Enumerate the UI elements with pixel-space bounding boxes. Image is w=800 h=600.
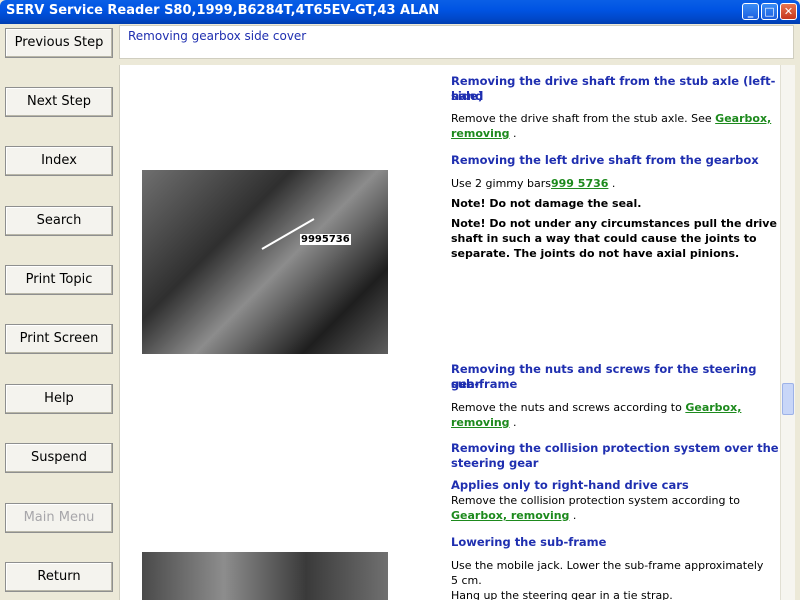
- return-button[interactable]: Return: [5, 562, 113, 592]
- close-button[interactable]: ✕: [780, 3, 797, 20]
- heading-drive-shaft-stub-axle-line1: Removing the drive shaft from the stub a…: [451, 74, 776, 103]
- next-step-button[interactable]: Next Step: [5, 87, 113, 117]
- topic-title: Removing gearbox side cover: [128, 29, 307, 43]
- heading-right-hand-drive: Applies only to right-hand drive cars: [451, 478, 689, 492]
- gearbox-removing-link-3[interactable]: Gearbox, removing: [451, 509, 569, 522]
- search-button[interactable]: Search: [5, 206, 113, 236]
- paragraph-collision-line2: Gearbox, removing .: [451, 509, 577, 522]
- heading-drive-shaft-stub-axle-line2: side): [451, 89, 484, 103]
- note-joints-line1: Note! Do not under any circumstances pul…: [451, 217, 777, 230]
- heading-lowering-subframe: Lowering the sub-frame: [451, 535, 607, 549]
- paragraph-drive-shaft-line2: removing .: [451, 127, 517, 140]
- note-seal: Note! Do not damage the seal.: [451, 197, 642, 210]
- help-button[interactable]: Help: [5, 384, 113, 414]
- vertical-scrollbar[interactable]: [780, 65, 795, 600]
- title-bar[interactable]: SERV Service Reader S80,1999,B6284T,4T65…: [0, 0, 800, 24]
- gearbox-removing-link-1b[interactable]: removing: [451, 127, 510, 140]
- heading-collision-protection-line1: Removing the collision protection system…: [451, 441, 779, 455]
- paragraph-nuts-screws-line1: Remove the nuts and screws according to …: [451, 401, 742, 414]
- window-title: SERV Service Reader S80,1999,B6284T,4T65…: [6, 3, 440, 18]
- gearbox-photo: 9995736: [142, 170, 388, 354]
- navigation-sidebar: Previous Step Next Step Index Search Pri…: [0, 24, 118, 600]
- paragraph-nuts-screws-line2: removing .: [451, 416, 517, 429]
- previous-step-button[interactable]: Previous Step: [5, 28, 113, 58]
- paragraph-lowering-line2: 5 cm.: [451, 574, 482, 587]
- topic-header: Removing gearbox side cover: [119, 25, 794, 59]
- paragraph-drive-shaft-line1: Remove the drive shaft from the stub axl…: [451, 112, 772, 125]
- maximize-button[interactable]: □: [761, 3, 778, 20]
- tool-999-5736-link[interactable]: 999 5736: [551, 177, 608, 190]
- gearbox-removing-link-1[interactable]: Gearbox,: [715, 112, 771, 125]
- index-button[interactable]: Index: [5, 146, 113, 176]
- note-joints-line3: separate. The joints do not have axial p…: [451, 247, 740, 260]
- paragraph-lowering-line1: Use the mobile jack. Lower the sub-frame…: [451, 559, 764, 572]
- suspend-button[interactable]: Suspend: [5, 443, 113, 473]
- tool-callout-label: 9995736: [300, 234, 351, 245]
- gearbox-removing-link-2[interactable]: Gearbox,: [685, 401, 741, 414]
- heading-nuts-screws-line2: sub-frame: [451, 377, 518, 391]
- heading-left-drive-shaft: Removing the left drive shaft from the g…: [451, 153, 759, 167]
- paragraph-gimmy-bars: Use 2 gimmy bars999 5736 .: [451, 177, 616, 190]
- content-pane[interactable]: 9995736 Removing the drive shaft from th…: [119, 65, 780, 600]
- paragraph-collision-line1: Remove the collision protection system a…: [451, 494, 740, 507]
- print-screen-button[interactable]: Print Screen: [5, 324, 113, 354]
- subframe-photo: [142, 552, 388, 600]
- main-menu-button: Main Menu: [5, 503, 113, 533]
- scrollbar-thumb[interactable]: [782, 383, 794, 415]
- gearbox-removing-link-2b[interactable]: removing: [451, 416, 510, 429]
- print-topic-button[interactable]: Print Topic: [5, 265, 113, 295]
- minimize-button[interactable]: _: [742, 3, 759, 20]
- paragraph-lowering-line3: Hang up the steering gear in a tie strap…: [451, 589, 673, 600]
- heading-collision-protection-line2: steering gear: [451, 456, 539, 470]
- app-window: SERV Service Reader S80,1999,B6284T,4T65…: [0, 0, 800, 600]
- note-joints-line2: shaft in such a way that could cause the…: [451, 232, 757, 245]
